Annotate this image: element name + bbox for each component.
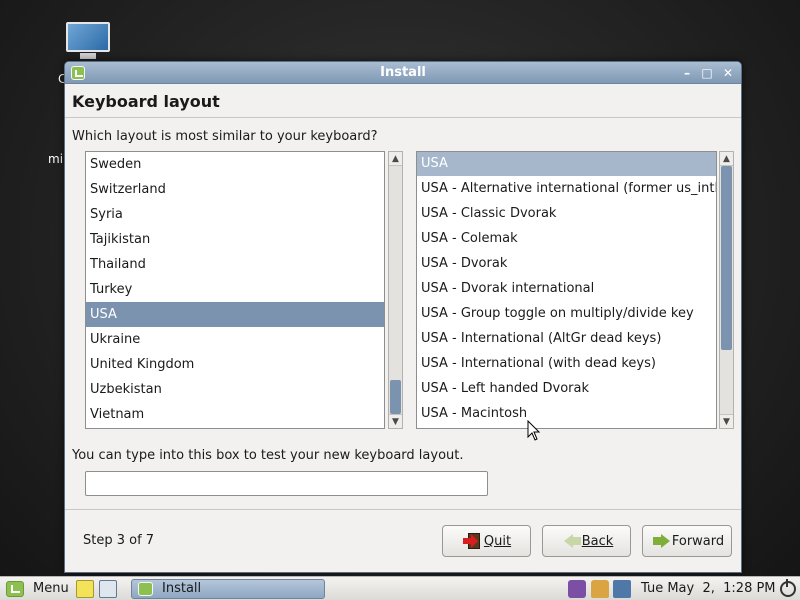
maximize-icon[interactable]: □: [699, 65, 715, 81]
list-item[interactable]: Switzerland: [86, 177, 384, 202]
list-item-selected[interactable]: USA: [86, 302, 384, 327]
list-item-selected[interactable]: USA: [417, 152, 716, 176]
list-item[interactable]: USA - International (AltGr dead keys): [417, 326, 716, 351]
test-field-label: You can type into this box to test your …: [72, 448, 464, 463]
list-item[interactable]: Turkey: [86, 277, 384, 302]
clock[interactable]: Tue May 2, 1:28 PM: [641, 577, 776, 600]
scroll-up-icon[interactable]: ▲: [389, 152, 402, 166]
desktop-label-fragment: mi: [48, 152, 64, 166]
forward-label: Forward: [671, 534, 725, 549]
list-item[interactable]: Tajikistan: [86, 227, 384, 252]
list-item[interactable]: USA - Classic Dvorak: [417, 201, 716, 226]
scroll-thumb[interactable]: [390, 380, 401, 414]
minimize-icon[interactable]: –: [679, 65, 695, 81]
list-item[interactable]: Syria: [86, 202, 384, 227]
taskbar-window-button[interactable]: Install: [131, 579, 325, 599]
list-item[interactable]: USA - International (with dead keys): [417, 351, 716, 376]
menu-button[interactable]: Menu: [33, 577, 69, 600]
country-list-scrollbar[interactable]: ▲ ▼: [388, 151, 403, 429]
variant-list[interactable]: USA USA - Alternative international (for…: [416, 151, 717, 429]
list-item[interactable]: United Kingdom: [86, 352, 384, 377]
list-item[interactable]: USA - Alternative international (former …: [417, 176, 716, 201]
scroll-down-icon[interactable]: ▼: [720, 414, 733, 428]
list-item[interactable]: Vietnam: [86, 402, 384, 427]
scroll-down-icon[interactable]: ▼: [389, 414, 402, 428]
list-item[interactable]: USA - Left handed Dvorak: [417, 376, 716, 401]
list-item[interactable]: USA - Dvorak: [417, 251, 716, 276]
power-icon[interactable]: [780, 579, 796, 597]
back-label: Back: [581, 534, 614, 549]
list-item[interactable]: Uzbekistan: [86, 377, 384, 402]
computer-desktop-icon[interactable]: [62, 20, 112, 60]
list-item[interactable]: USA - Group toggle on multiply/divide ke…: [417, 301, 716, 326]
test-input[interactable]: [85, 471, 488, 496]
mint-app-icon: [71, 66, 85, 80]
list-item[interactable]: Ukraine: [86, 327, 384, 352]
quit-label: Quit: [483, 534, 512, 549]
lock-icon[interactable]: [591, 580, 609, 598]
page-title: Keyboard layout: [72, 92, 220, 111]
scroll-up-icon[interactable]: ▲: [720, 152, 733, 166]
taskbar: Menu Install Tue May 2, 1:28 PM: [0, 576, 800, 600]
scroll-thumb[interactable]: [721, 166, 732, 350]
list-item[interactable]: Thailand: [86, 252, 384, 277]
list-item[interactable]: USA - Colemak: [417, 226, 716, 251]
settings-icon[interactable]: [568, 580, 586, 598]
list-item[interactable]: USA - Macintosh: [417, 401, 716, 426]
quit-button[interactable]: Quit: [442, 525, 531, 557]
taskbar-window-label: Install: [162, 581, 202, 596]
list-item[interactable]: USA - Dvorak international: [417, 276, 716, 301]
country-list[interactable]: Sweden Switzerland Syria Tajikistan Thai…: [85, 151, 385, 429]
back-button[interactable]: Back: [542, 525, 631, 557]
mint-menu-icon[interactable]: [6, 581, 24, 597]
notes-icon[interactable]: [76, 580, 94, 598]
divider: [65, 509, 741, 510]
divider: [65, 117, 741, 118]
network-icon[interactable]: [613, 580, 631, 598]
step-indicator: Step 3 of 7: [83, 533, 155, 548]
window-title: Install: [380, 65, 426, 80]
mint-app-icon: [138, 582, 153, 596]
forward-button[interactable]: Forward: [642, 525, 732, 557]
close-icon[interactable]: ✕: [720, 65, 736, 81]
question-label: Which layout is most similar to your key…: [72, 129, 378, 144]
mouse-pointer-icon: [527, 420, 541, 441]
window-titlebar[interactable]: Install – □ ✕: [65, 62, 741, 84]
variant-list-scrollbar[interactable]: ▲ ▼: [719, 151, 734, 429]
terminal-icon[interactable]: [99, 580, 117, 598]
installer-window: Install – □ ✕ Keyboard layout Which layo…: [64, 61, 742, 573]
list-item[interactable]: Sweden: [86, 152, 384, 177]
